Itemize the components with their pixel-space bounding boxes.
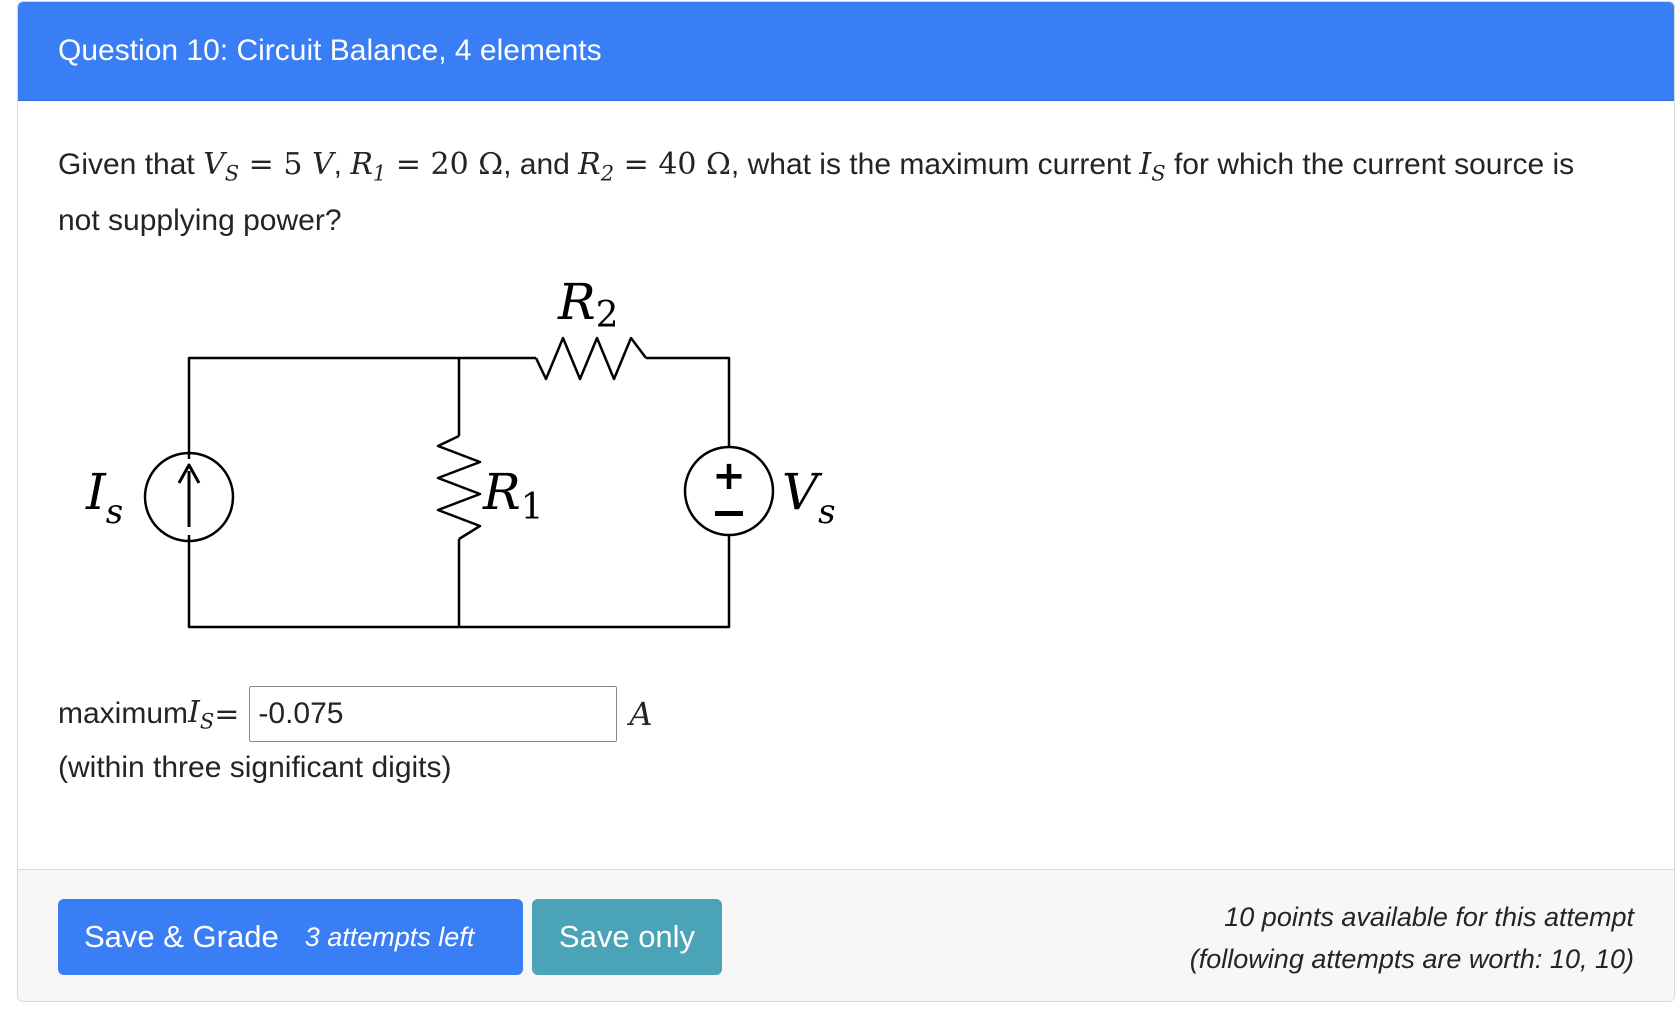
is-label: Is [85, 463, 123, 532]
save-only-button[interactable]: Save only [532, 899, 722, 975]
wire-top-left [187, 356, 459, 459]
answer-prefix: maximum [58, 697, 189, 730]
answer-input[interactable] [249, 686, 618, 742]
question-mid: , what is the maximum current [730, 148, 1140, 181]
minus-icon [715, 511, 743, 516]
save-grade-label: Save & Grade [84, 919, 279, 954]
attempts-left: 3 attempts left [304, 921, 475, 952]
r2-symbol: R2 [578, 147, 615, 186]
question-prefix: Given that [58, 148, 204, 181]
is-symbol: IS [1139, 147, 1166, 186]
answer-equals: = [214, 696, 240, 732]
circuit-diagram: + R2 R1 Is Vs [85, 273, 836, 629]
answer-hint: (within three significant digits) [58, 751, 452, 784]
r2-label: R2 [557, 273, 619, 336]
r2-unit: Ω [706, 147, 731, 182]
separator: , [333, 148, 351, 181]
save-only-label: Save only [558, 919, 696, 954]
points-line2: (following attempts are worth: 10, 10) [1189, 944, 1634, 974]
vs-unit: V [311, 147, 334, 182]
r1-symbol: R1 [350, 147, 387, 186]
answer-unit: A [629, 695, 653, 733]
vs-equals: = 5 [239, 147, 312, 182]
r1-unit: Ω [478, 147, 504, 182]
question-body: Given that VS = 5 V, R1 = 20 Ω, and R2 =… [18, 101, 1674, 871]
plus-icon: + [712, 453, 746, 499]
r1-equals: = 20 [386, 147, 479, 182]
answer-row: maximum IS = A [58, 686, 653, 742]
question-footer: Save & Grade 3 attempts left Save only 1… [18, 869, 1674, 1001]
save-grade-button[interactable]: Save & Grade 3 attempts left [58, 899, 523, 975]
points-info: 10 points available for this attempt (fo… [1190, 896, 1634, 980]
r1-label: R1 [482, 463, 544, 528]
r2-equals: = 40 [614, 147, 707, 182]
resistor-r1 [436, 434, 482, 541]
vs-symbol: VS [203, 147, 240, 186]
vs-label: Vs [782, 463, 836, 532]
separator: , and [503, 148, 579, 181]
answer-symbol: IS [188, 694, 215, 734]
question-title: Question 10: Circuit Balance, 4 elements [58, 34, 602, 67]
points-line1: 10 points available for this attempt [1224, 902, 1634, 932]
question-header: Question 10: Circuit Balance, 4 elements [18, 2, 1674, 101]
question-card: Question 10: Circuit Balance, 4 elements… [17, 1, 1675, 1002]
wire-top-right [646, 356, 731, 447]
resistor-r2 [534, 336, 647, 381]
question-text: Given that VS = 5 V, R1 = 20 Ω, and R2 =… [58, 141, 1618, 245]
